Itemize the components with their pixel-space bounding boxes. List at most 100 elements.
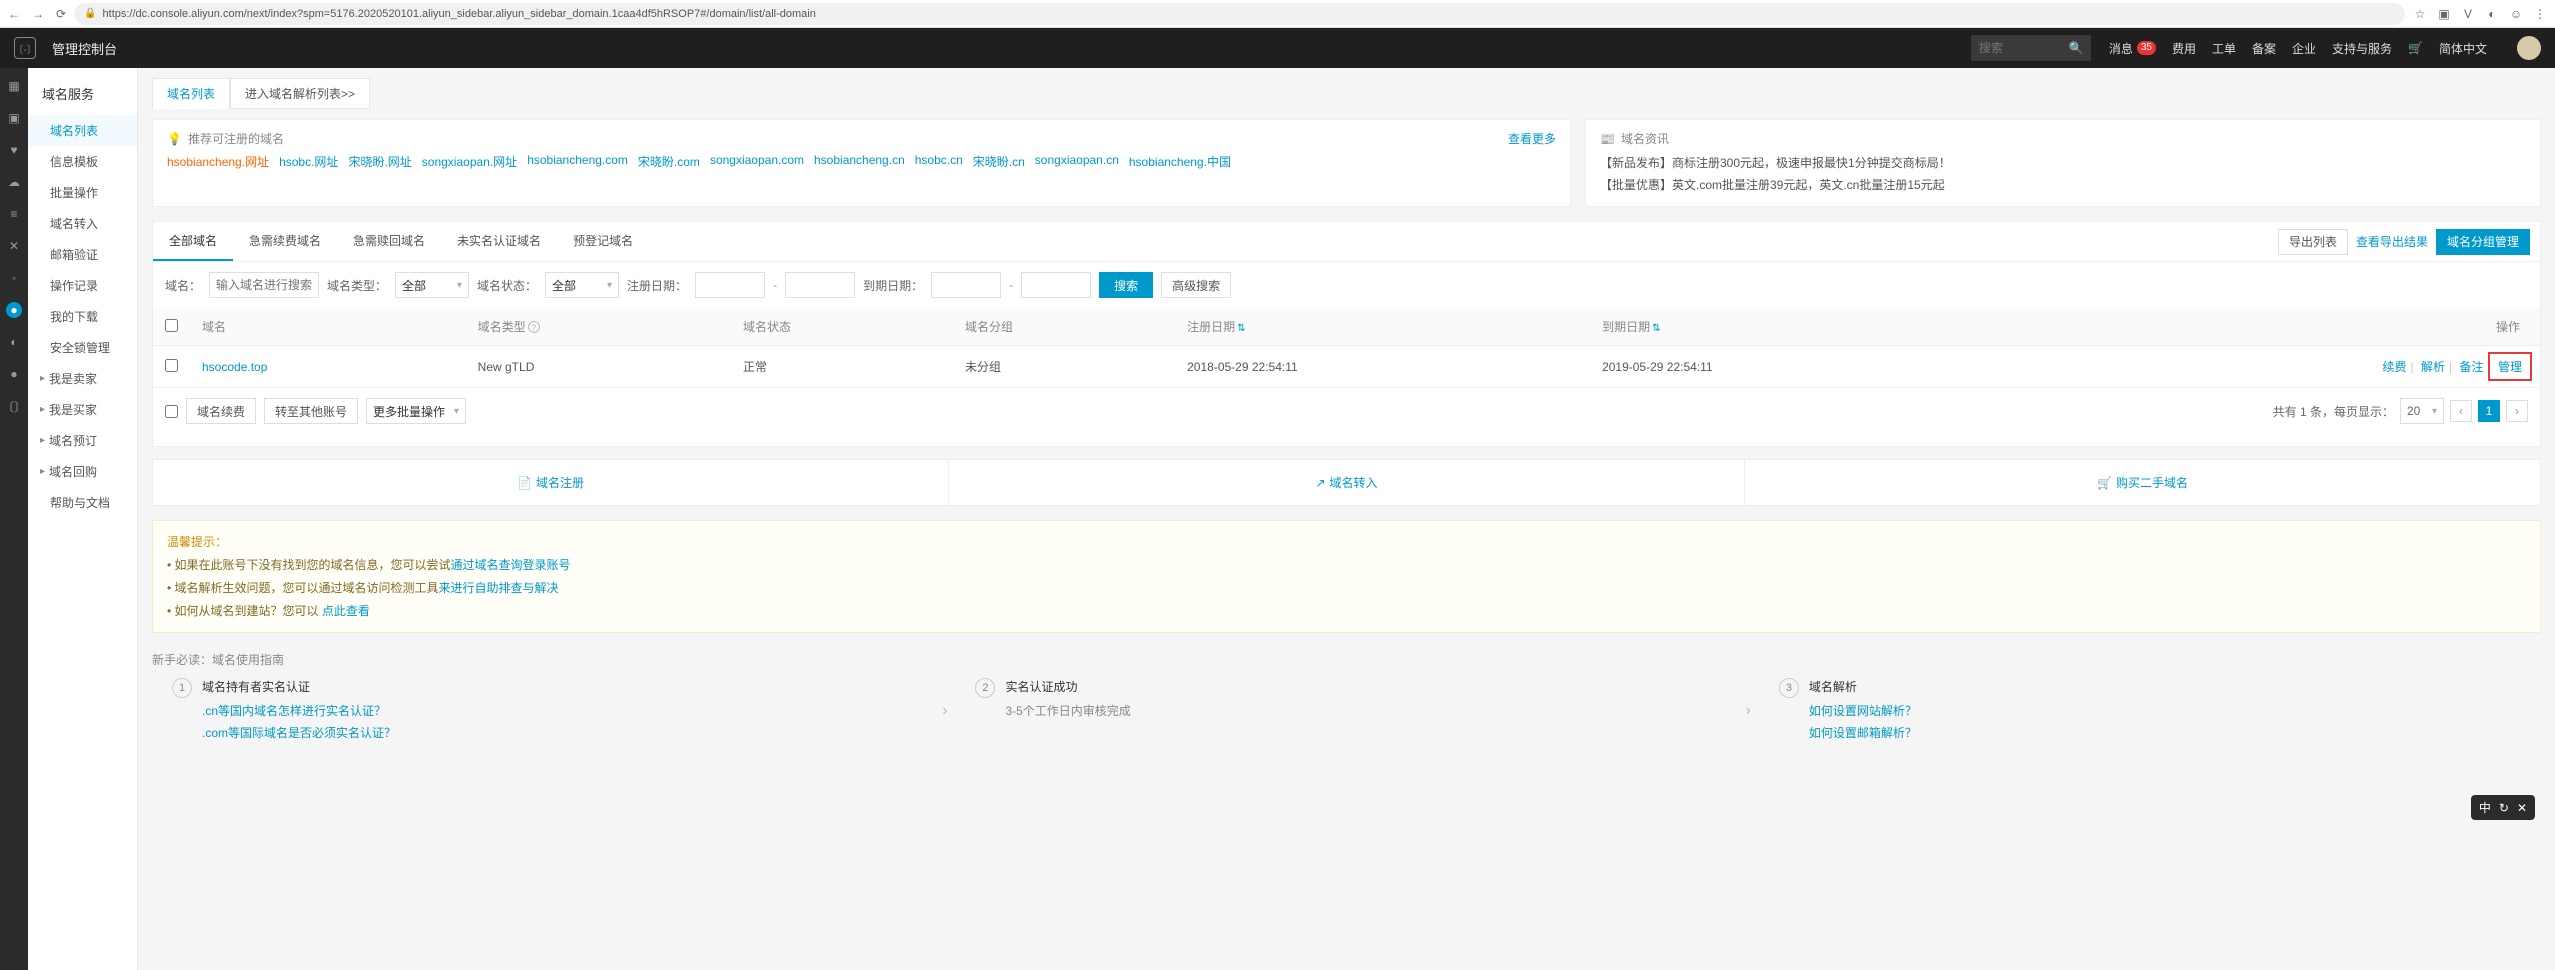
op-manage[interactable]: 管理 [2498, 360, 2522, 374]
tips-link-2[interactable]: 来进行自助排查与解决 [439, 581, 559, 595]
sidebar-item-domain-list[interactable]: 域名列表 [28, 115, 137, 146]
row-checkbox[interactable] [165, 359, 178, 372]
rail-monitor-icon[interactable]: ◐ [6, 334, 22, 350]
nav-enterprise[interactable]: 企业 [2292, 40, 2316, 57]
page-tab-goto-dns[interactable]: 进入域名解析列表>> [230, 78, 370, 109]
reco-domain-link[interactable]: songxiaopan.网址 [422, 153, 517, 170]
guide-link-1a[interactable]: .cn等国内域名怎样进行实名认证？ [202, 704, 386, 718]
rail-domain-icon[interactable]: ● [6, 302, 22, 318]
search-icon[interactable]: 🔍 [2069, 41, 2084, 55]
sidebar-item-op-log[interactable]: 操作记录 [28, 270, 137, 301]
nav-lang[interactable]: 简体中文 [2439, 40, 2487, 57]
rail-shield-icon[interactable]: ♥ [6, 142, 22, 158]
nav-workorder[interactable]: 工单 [2212, 40, 2236, 57]
bulk-more-select[interactable]: 更多批量操作 [366, 398, 466, 424]
filter-domain-input[interactable] [209, 272, 319, 298]
reco-domain-link[interactable]: hsobiancheng.中国 [1129, 153, 1231, 170]
guide-link-3a[interactable]: 如何设置网站解析？ [1809, 704, 1917, 718]
guide-link-3b[interactable]: 如何设置邮箱解析？ [1809, 726, 1917, 740]
rail-console-icon[interactable]: 〔〕 [6, 398, 22, 414]
col-type[interactable]: 域名类型? [466, 308, 731, 346]
sidebar-item-transfer-in[interactable]: 域名转入 [28, 208, 137, 239]
sidebar-item-buyer[interactable]: ▸我是买家 [28, 394, 137, 425]
tab-all-domain[interactable]: 全部域名 [153, 222, 233, 261]
regdate-from[interactable] [695, 272, 765, 298]
rail-db-icon[interactable]: ≡ [6, 206, 22, 222]
qa-register[interactable]: 📄域名注册 [153, 460, 949, 505]
reco-domain-link[interactable]: 宋晓盼.com [638, 153, 700, 170]
tab-prereg[interactable]: 预登记域名 [557, 222, 649, 261]
forward-icon[interactable]: → [32, 7, 44, 21]
sidebar-item-presale[interactable]: ▸域名预订 [28, 425, 137, 456]
url-bar[interactable]: 🔒 https://dc.console.aliyun.com/next/ind… [74, 3, 2405, 25]
ext-icon-2[interactable]: V [2461, 7, 2475, 21]
top-search-input[interactable] [1979, 41, 2069, 55]
sidebar-item-email-verify[interactable]: 邮箱验证 [28, 239, 137, 270]
col-regdate[interactable]: 注册日期⇅ [1175, 308, 1590, 346]
pager-page-1[interactable]: 1 [2478, 400, 2500, 422]
nav-fees[interactable]: 费用 [2172, 40, 2196, 57]
sidebar-item-info-template[interactable]: 信息模板 [28, 146, 137, 177]
recommend-more[interactable]: 查看更多 [1508, 130, 1556, 147]
group-manage-button[interactable]: 域名分组管理 [2436, 229, 2530, 255]
search-button[interactable]: 搜索 [1099, 272, 1153, 298]
reco-domain-link[interactable]: hsobiancheng.com [527, 153, 628, 170]
export-result-link[interactable]: 查看导出结果 [2356, 233, 2428, 250]
qa-buy-second[interactable]: 🛒购买二手域名 [1745, 460, 2540, 505]
reco-domain-link[interactable]: songxiaopan.cn [1035, 153, 1119, 170]
back-icon[interactable]: ← [8, 7, 20, 21]
news-line-1[interactable]: 【新品发布】商标注册300元起，极速申报最快1分钟提交商标局！ [1600, 153, 2526, 175]
expdate-to[interactable] [1021, 272, 1091, 298]
sort-icon[interactable]: ⇅ [1652, 323, 1660, 334]
page-tab-domain-list[interactable]: 域名列表 [152, 78, 230, 109]
info-icon[interactable]: ? [528, 321, 540, 333]
sort-icon[interactable]: ⇅ [1237, 323, 1245, 334]
filter-type-select[interactable]: 全部 [395, 272, 469, 298]
menu-icon[interactable]: ⋮ [2533, 7, 2547, 21]
rail-compute-icon[interactable]: ▣ [6, 110, 22, 126]
page-size-select[interactable]: 20 [2400, 398, 2444, 424]
tab-need-redeem[interactable]: 急需赎回域名 [337, 222, 441, 261]
rail-apps-icon[interactable]: ▦ [6, 78, 22, 94]
expdate-from[interactable] [931, 272, 1001, 298]
reco-domain-link[interactable]: hsobiancheng.cn [814, 153, 905, 170]
profile-icon[interactable]: ☺ [2509, 7, 2523, 21]
rail-tools-icon[interactable]: ✕ [6, 238, 22, 254]
regdate-to[interactable] [785, 272, 855, 298]
col-status[interactable]: 域名状态 [731, 308, 953, 346]
reco-domain-link[interactable]: hsobc.cn [915, 153, 963, 170]
rail-cloud-icon[interactable]: ☁ [6, 174, 22, 190]
col-domain[interactable]: 域名 [190, 308, 466, 346]
advanced-search-button[interactable]: 高级搜索 [1161, 272, 1231, 298]
nav-beian[interactable]: 备案 [2252, 40, 2276, 57]
reco-domain-link[interactable]: songxiaopan.com [710, 153, 804, 170]
sidebar-item-safelock[interactable]: 安全锁管理 [28, 332, 137, 363]
tab-need-renew[interactable]: 急需续费域名 [233, 222, 337, 261]
col-group[interactable]: 域名分组 [953, 308, 1175, 346]
reco-domain-link[interactable]: 宋晓盼.网址 [348, 153, 411, 170]
pager-prev[interactable]: ‹ [2450, 400, 2472, 422]
bulk-renew-button[interactable]: 域名续费 [186, 398, 256, 424]
nav-support[interactable]: 支持与服务 [2332, 40, 2392, 57]
domain-link[interactable]: hsocode.top [202, 360, 267, 374]
col-expdate[interactable]: 到期日期⇅ [1590, 308, 2005, 346]
pager-next[interactable]: › [2506, 400, 2528, 422]
tool-icon-3[interactable]: ✕ [2517, 801, 2527, 815]
rail-network-icon[interactable]: ◦ [6, 270, 22, 286]
top-search[interactable]: 🔍 [1971, 35, 2091, 61]
op-resolve[interactable]: 解析 [2421, 360, 2445, 374]
tool-icon-1[interactable]: 中 [2479, 799, 2491, 816]
sidebar-item-downloads[interactable]: 我的下载 [28, 301, 137, 332]
tips-link-1[interactable]: 通过域名查询登录账号 [451, 558, 571, 572]
aliyun-logo[interactable]: 〔-〕 [14, 37, 36, 59]
tab-unverified[interactable]: 未实名认证域名 [441, 222, 557, 261]
op-renew[interactable]: 续费 [2383, 360, 2407, 374]
tips-link-3[interactable]: 点此查看 [322, 604, 370, 618]
nav-message[interactable]: 消息 35 [2109, 40, 2156, 57]
news-line-2[interactable]: 【批量优惠】英文.com批量注册39元起，英文.cn批量注册15元起 [1600, 175, 2526, 197]
op-remark[interactable]: 备注 [2460, 360, 2484, 374]
bulk-select-checkbox[interactable] [165, 405, 178, 418]
export-list-button[interactable]: 导出列表 [2278, 229, 2348, 255]
qa-transfer[interactable]: ↗域名转入 [949, 460, 1745, 505]
ext-icon-1[interactable]: ▣ [2437, 7, 2451, 21]
